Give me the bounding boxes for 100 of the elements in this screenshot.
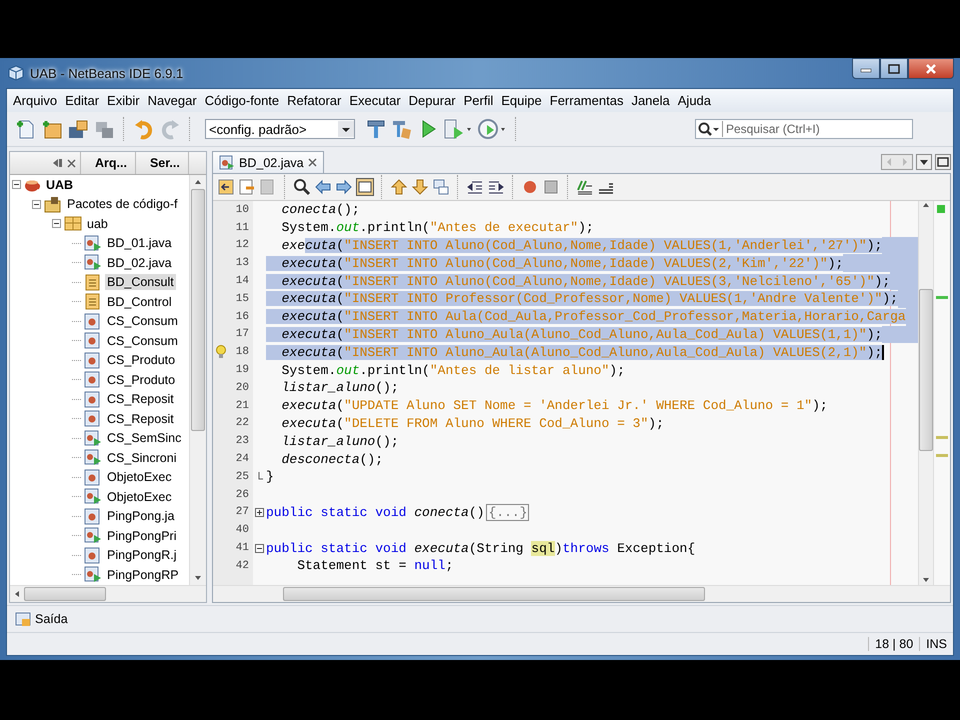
close-icon[interactable] (67, 158, 76, 168)
tree-item[interactable]: BD_01.java (105, 235, 174, 252)
down-arrow-icon[interactable] (411, 178, 429, 196)
tab-list-icon[interactable] (916, 154, 932, 170)
scroll-up-icon[interactable] (195, 180, 201, 184)
insert-mode: INS (919, 637, 953, 651)
tree-item[interactable]: BD_Control (105, 294, 174, 310)
lightbulb-icon[interactable] (215, 344, 227, 360)
menu-item[interactable]: Ferramentas (546, 93, 628, 108)
collapse-icon[interactable] (255, 544, 264, 553)
minimize-button[interactable] (852, 58, 880, 79)
search-field[interactable]: Pesquisar (Ctrl+I) (695, 119, 913, 139)
vertical-scrollbar[interactable] (189, 175, 206, 585)
editor-tab[interactable]: BD_02.java (212, 151, 324, 173)
vertical-scrollbar[interactable] (918, 201, 933, 585)
menu-item[interactable]: Executar (345, 93, 405, 108)
collapse-icon[interactable] (52, 219, 61, 228)
tree-item[interactable]: ObjetoExec (105, 469, 174, 486)
tree-item[interactable]: CS_Produto (105, 372, 178, 388)
tree-item[interactable]: BD_02.java (105, 254, 174, 271)
tree-item[interactable]: ObjetoExec (105, 488, 174, 505)
line-number: 16 (236, 310, 249, 323)
tree-item[interactable]: CS_Reposit (105, 391, 176, 408)
horizontal-scrollbar[interactable] (213, 585, 950, 602)
hammer-broom-icon[interactable] (391, 118, 413, 140)
scroll-up-icon[interactable] (923, 203, 929, 207)
menu-item[interactable]: Navegar (144, 93, 201, 108)
config-dropdown[interactable]: <config. padrão> (205, 119, 355, 139)
output-window-icon[interactable] (15, 611, 31, 627)
expand-icon[interactable] (255, 508, 264, 517)
profile-icon[interactable] (477, 118, 507, 140)
back-source-icon[interactable] (217, 178, 235, 196)
menu-item[interactable]: Janela (627, 93, 674, 108)
menu-item[interactable]: Perfil (460, 93, 498, 108)
tree-item[interactable]: PingPongR.j (105, 547, 178, 564)
tree-item[interactable]: UAB (44, 176, 76, 193)
menu-item[interactable]: Arquivo (9, 93, 62, 108)
code-text: executa (266, 274, 336, 289)
maximize-button[interactable] (880, 58, 908, 79)
scroll-down-icon[interactable] (923, 578, 929, 582)
code-text: ( (336, 274, 344, 289)
horizontal-scrollbar[interactable] (10, 585, 206, 602)
code-text: ( (336, 238, 344, 253)
code-text: public static void (266, 540, 406, 556)
menu-item[interactable]: Exibir (103, 93, 144, 108)
find-previous-icon[interactable] (314, 178, 332, 196)
menu-item[interactable]: Refatorar (283, 93, 346, 108)
tree-item[interactable]: BD_Consult (105, 274, 176, 290)
code-text: } (266, 469, 274, 484)
hammer-icon[interactable] (365, 118, 387, 140)
scroll-down-icon[interactable] (195, 576, 201, 580)
stop-icon[interactable] (542, 178, 560, 196)
menu-item[interactable]: Código-fonte (200, 93, 284, 108)
code-text: "INSERT INTO Aluno(Cod_Aluno,Nome,Idade) VALUES(3,'Nelcileno','65')" (344, 274, 875, 289)
form-file-icon (84, 274, 102, 291)
line-number: 17 (236, 328, 249, 340)
code-text: executa (413, 540, 469, 556)
collapse-icon[interactable] (12, 180, 21, 190)
tree-item[interactable]: CS_Sincroni (105, 450, 178, 466)
panel-tab[interactable]: Ser... (136, 152, 189, 174)
tree-item[interactable]: PingPongPri (105, 528, 178, 544)
tree-item[interactable]: CS_Consum (105, 313, 180, 330)
tree-item[interactable]: CS_SemSinc (105, 430, 184, 446)
tree-item[interactable]: Pacotes de código-f (65, 196, 180, 212)
tree-item[interactable]: CS_Consum (105, 332, 180, 349)
menu-item[interactable]: Editar (61, 93, 104, 108)
menu-item[interactable]: Ajuda (674, 93, 716, 108)
code-text: ( (336, 309, 344, 324)
close-icon[interactable] (308, 158, 317, 167)
find-next-icon[interactable] (335, 178, 353, 196)
code-text: ); (578, 220, 594, 236)
scroll-left-icon[interactable] (15, 591, 19, 597)
new-project-icon[interactable] (41, 118, 63, 140)
tree-item[interactable]: CS_Reposit (105, 410, 176, 427)
debug-icon[interactable] (443, 118, 473, 140)
tree-item[interactable]: uab (85, 216, 110, 232)
panel-tab[interactable]: Arq... (81, 152, 136, 174)
close-button[interactable] (908, 58, 954, 79)
comment-icon[interactable] (576, 178, 594, 196)
tree-item[interactable]: PingPong.ja (105, 508, 176, 524)
code-text: listar_aluno (280, 434, 376, 449)
open-folder-icon[interactable] (67, 118, 89, 140)
code-text: ( (336, 398, 344, 414)
tree-item[interactable]: CS_Produto (105, 352, 178, 368)
up-arrow-icon[interactable] (390, 178, 408, 196)
code-text: ); (874, 274, 890, 289)
maximize-icon[interactable] (935, 154, 951, 170)
menu-item[interactable]: Equipe (497, 93, 546, 108)
line-number: 22 (236, 417, 249, 430)
search-icon[interactable] (293, 178, 311, 196)
minimize-panel-icon[interactable] (51, 158, 63, 168)
menu-item[interactable]: Depurar (404, 93, 460, 108)
tree-item[interactable]: PingPongRP (105, 566, 181, 583)
close-icon (925, 62, 937, 74)
output-tab[interactable]: Saída (35, 612, 68, 626)
collapse-icon[interactable] (32, 200, 41, 209)
window-title: UAB - NetBeans IDE 6.9.1 (30, 66, 184, 80)
caret-position: 18 | 80 (868, 637, 920, 651)
line-number: 11 (236, 222, 249, 234)
record-icon[interactable] (521, 178, 539, 196)
